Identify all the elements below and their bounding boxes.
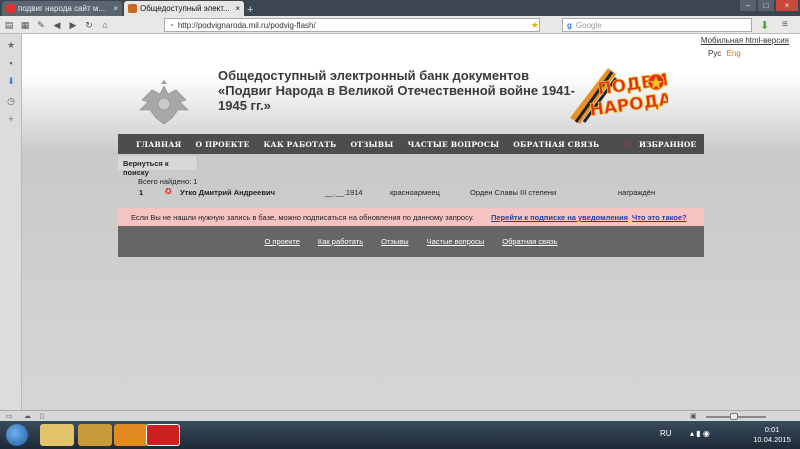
minimize-button[interactable]: – [740,0,756,11]
result-rank: красноармеец [390,188,440,197]
history-icon[interactable]: ◷ [6,96,16,106]
back-to-search-button[interactable]: Вернуться к поиску [118,156,198,177]
clock-date: 10.04.2015 [753,435,791,444]
input-language-indicator[interactable]: RU [660,429,672,438]
close-window-button[interactable]: × [776,0,798,11]
zoom-slider-thumb[interactable] [730,413,738,420]
notice-text: Если Вы не нашли нужную запись в базе, м… [131,212,474,222]
opera-taskbar-icon[interactable] [146,424,180,446]
bookmark-star-icon[interactable]: ★ [531,20,539,31]
forward-icon[interactable]: ▶ [68,20,78,30]
browser-tab-1[interactable]: подвиг народа сайт м... × [2,1,122,16]
app-taskbar-icon[interactable] [78,424,112,446]
browser-status-bar: ▭ ☁ ▯ ▣ [0,410,800,421]
close-icon[interactable]: × [235,4,240,13]
search-bar[interactable]: g Google [562,18,752,32]
clock-time: 0:01 [764,425,780,434]
nav-item-faq[interactable]: ЧАСТЫЕ ВОПРОСЫ [401,140,507,149]
result-number: 1 [139,188,144,197]
main-navigation: ГЛАВНАЯ О ПРОЕКТЕ КАК РАБОТАТЬ ОТЗЫВЫ ЧА… [118,134,704,154]
google-icon: g [567,20,572,30]
home-icon[interactable]: ⌂ [100,20,110,30]
favorites-star-icon[interactable]: ☆ [623,139,631,150]
tab-list-icon[interactable]: ▤ [4,20,14,30]
nav-item-feedback[interactable]: ОБРАТНАЯ СВЯЗЬ [506,140,606,149]
start-button[interactable] [6,424,28,446]
mobile-version-link[interactable]: Мобильная html-версия [701,36,789,45]
result-award: Орден Славы III степени [470,188,557,197]
explorer-taskbar-icon[interactable] [40,424,74,446]
page-title: Общедоступный электронный банк документо… [218,68,575,113]
back-icon[interactable]: ◀ [52,20,62,30]
footer-link-reviews[interactable]: Отзывы [379,237,410,246]
search-placeholder: Google [575,20,602,30]
lang-ru-link[interactable]: Рус [708,49,721,58]
reload-icon[interactable]: ↻ [84,20,94,30]
nav-item-favorites[interactable]: ИЗБРАННОЕ [639,140,696,149]
bookmarks-icon[interactable]: ★ [6,40,16,50]
podvig-naroda-logo: ПОДВИГ НАРОДА [570,68,668,124]
address-bar[interactable]: ◔ http://podvignaroda.mil.ru/podvig-flas… [164,18,540,32]
double-headed-eagle-emblem [139,80,189,125]
language-switcher: Рус Eng [708,49,741,58]
nav-item-about[interactable]: О ПРОЕКТЕ [188,140,256,149]
cloud-icon[interactable]: ☁ [24,412,31,420]
url-text: http://podvignaroda.mil.ru/podvig-flash/ [177,20,316,30]
media-player-taskbar-icon[interactable] [114,424,148,446]
notes-icon[interactable]: ▪ [6,58,16,68]
nav-item-reviews[interactable]: ОТЗЫВЫ [343,140,400,149]
footer: О проекте Как работать Отзывы Частые воп… [118,226,704,257]
soldier-icon: ✪ [165,187,172,196]
nav-item-home[interactable]: ГЛАВНАЯ [129,140,188,149]
downloads-icon[interactable]: ⬇ [6,76,16,86]
tab-title: подвиг народа сайт м... [18,4,106,13]
new-tab-button[interactable]: + [247,5,259,16]
panel-toggle-icon[interactable]: ▭ [6,412,13,420]
browser-tab-2[interactable]: Общедоступный элект... × [124,1,244,16]
nav-item-how-to[interactable]: КАК РАБОТАТЬ [257,140,344,149]
browser-toolbar: ▤ ▦ ✎ ◀ ▶ ↻ ⌂ ◔ http://podvignaroda.mil.… [0,16,800,34]
download-icon[interactable]: ⬇ [760,19,769,32]
browser-tab-bar: подвиг народа сайт м... × Общедоступный … [0,0,800,16]
footer-link-about[interactable]: О проекте [262,237,301,246]
yandex-icon [6,4,15,13]
page-content: Мобильная html-версия Рус Eng Общедоступ… [22,34,800,410]
page-icon[interactable]: ▯ [40,412,44,420]
tray-icons[interactable]: ▴ ▮ ◉ [690,429,710,438]
add-panel-icon[interactable]: + [6,114,16,124]
subscribe-link[interactable]: Перейти к подписке на уведомления [491,213,628,222]
site-info-icon: ◔ [169,20,174,30]
results-count: Всего найдено: 1 [138,177,198,186]
subscription-notice: Если Вы не нашли нужную запись в базе, м… [118,208,704,226]
view-icon[interactable]: ▣ [690,412,697,420]
close-icon[interactable]: × [113,4,118,13]
browser-sidebar: ★ ▪ ⬇ ◷ + [0,34,22,410]
wrench-icon[interactable]: ✎ [36,20,46,30]
result-status: награждён [618,188,656,197]
podvig-favicon [128,4,137,13]
maximize-button[interactable]: □ [758,0,774,11]
windows-taskbar: RU ▴ ▮ ◉ 0:01 10.04.2015 [0,421,800,449]
lang-en-link[interactable]: Eng [726,49,740,58]
footer-link-feedback[interactable]: Обратная связь [500,237,559,246]
footer-link-how-to[interactable]: Как работать [316,237,365,246]
what-is-this-link[interactable]: Что это такое? [632,213,687,222]
speed-dial-icon[interactable]: ▦ [20,20,30,30]
result-name[interactable]: Утко Дмитрий Андреевич [180,188,275,197]
tab-title: Общедоступный элект... [140,4,230,13]
result-birth-date: __.__.1914 [325,188,363,197]
system-clock[interactable]: 0:01 10.04.2015 [752,425,792,445]
table-row[interactable]: 1 ✪ Утко Дмитрий Андреевич __.__.1914 кр… [118,187,704,200]
footer-link-faq[interactable]: Частые вопросы [425,237,487,246]
window-controls: – □ × [740,0,798,11]
menu-icon[interactable]: ≡ [782,19,788,30]
